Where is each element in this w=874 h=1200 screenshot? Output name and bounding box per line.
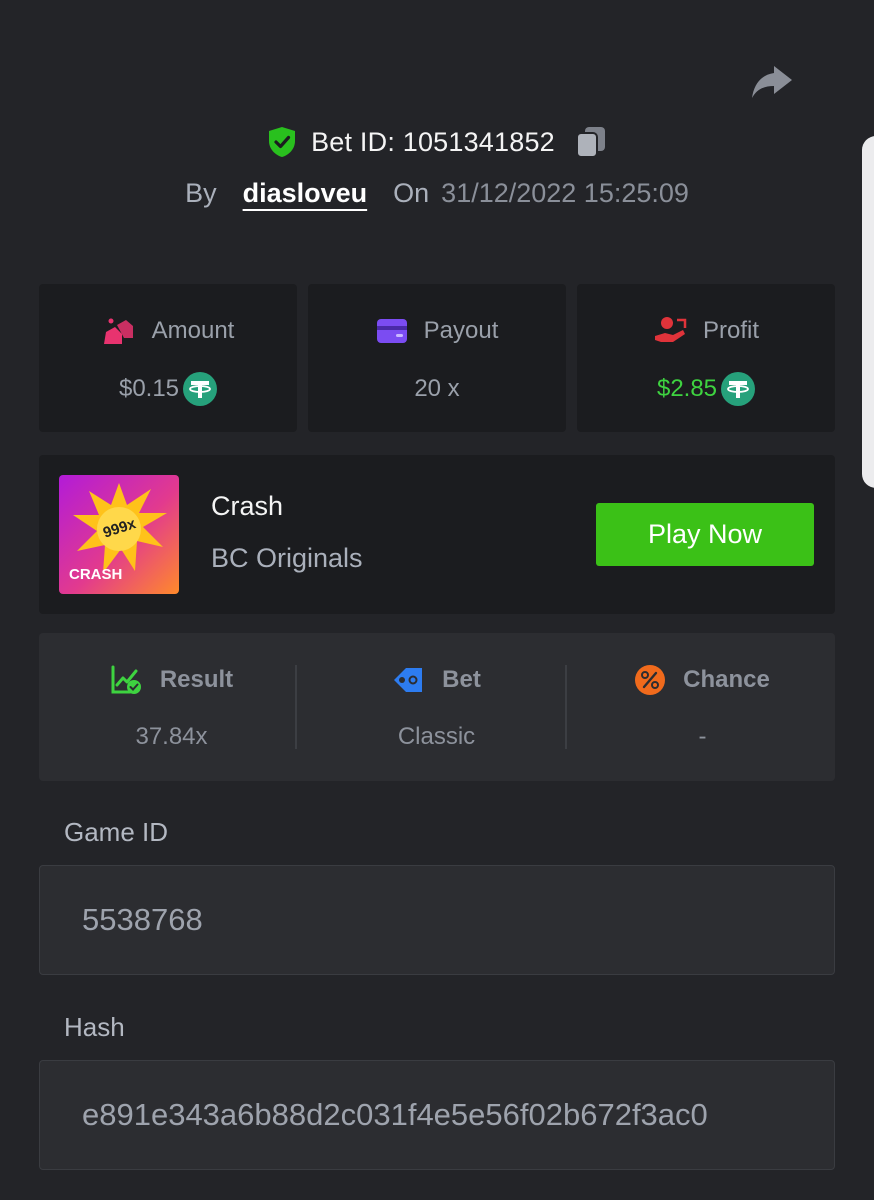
result-value: 37.84x	[135, 723, 208, 750]
game-id-label: Game ID	[64, 817, 169, 847]
bet-value: Classic	[397, 723, 476, 750]
payout-header: Payout	[308, 314, 566, 348]
game-id-field	[39, 865, 835, 975]
bet-column: Bet Classic	[304, 633, 569, 781]
username-link[interactable]: diasloveu	[243, 178, 368, 209]
result-label: Result	[159, 666, 234, 693]
wallet-icon	[376, 319, 407, 343]
hash-label: Hash	[64, 1012, 125, 1042]
hash-input[interactable]	[82, 1061, 794, 1169]
payout-value-row: 20 x	[308, 372, 566, 406]
game-thumbnail[interactable]: 999x CRASH	[59, 475, 179, 594]
result-header: Result	[39, 663, 304, 697]
amount-icon	[103, 318, 133, 344]
payout-label: Payout	[423, 317, 499, 344]
game-id-input[interactable]	[82, 866, 794, 974]
divider	[565, 665, 567, 749]
profit-value-row: $2.85	[577, 372, 835, 406]
share-button[interactable]	[748, 58, 794, 104]
game-provider: BC Originals	[211, 543, 363, 573]
bet-datetime: 31/12/2022 15:25:09	[441, 177, 689, 208]
profit-card: Profit $2.85	[577, 284, 835, 432]
game-card: 999x CRASH Crash BC Originals Play Now	[39, 455, 835, 614]
share-icon	[752, 66, 792, 98]
crash-game-art: 999x CRASH	[59, 475, 179, 594]
chart-check-icon	[111, 665, 141, 694]
profit-header: Profit	[577, 314, 835, 348]
amount-value-row: $0.15	[39, 372, 297, 406]
amount-label: Amount	[151, 317, 235, 344]
bet-id-row: Bet ID: 1051341852	[0, 118, 874, 166]
profit-icon	[654, 317, 687, 342]
amount-header: Amount	[39, 314, 297, 348]
hash-field	[39, 1060, 835, 1170]
payout-value: 20 x	[414, 375, 460, 402]
thumb-title: CRASH	[69, 566, 122, 583]
chance-column: Chance -	[570, 633, 835, 781]
usdt-icon	[721, 372, 756, 406]
by-label: By	[185, 177, 217, 208]
bet-meta-row: By diasloveu On 31/12/2022 15:25:09	[0, 170, 874, 216]
result-panel: Result 37.84x Bet Classic Chance -	[39, 633, 835, 781]
amount-value: $0.15	[118, 375, 180, 402]
payout-card: Payout 20 x	[308, 284, 566, 432]
side-panel-edge	[862, 136, 874, 488]
bet-header: Bet	[304, 663, 569, 697]
percent-icon	[635, 665, 666, 695]
bet-id-text: Bet ID: 1051341852	[311, 126, 555, 157]
chance-header: Chance	[570, 663, 835, 697]
profit-label: Profit	[702, 317, 759, 344]
copy-icon[interactable]	[575, 125, 607, 159]
usdt-icon	[183, 372, 218, 406]
game-name[interactable]: Crash	[211, 491, 283, 522]
on-label: On	[393, 177, 430, 208]
ticket-icon	[394, 668, 423, 692]
profit-value: $2.85	[656, 375, 718, 402]
play-now-button[interactable]: Play Now	[596, 503, 814, 566]
bet-label: Bet	[442, 666, 481, 693]
amount-card: Amount $0.15	[39, 284, 297, 432]
result-column: Result 37.84x	[39, 633, 304, 781]
verified-shield-icon	[269, 127, 296, 157]
divider	[295, 665, 297, 749]
chance-label: Chance	[683, 666, 770, 693]
chance-value: -	[698, 723, 707, 750]
